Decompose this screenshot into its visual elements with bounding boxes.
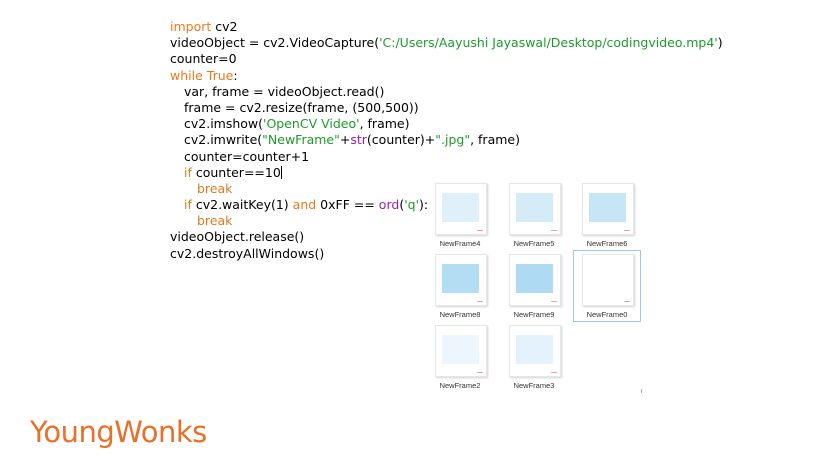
- code-text: counter=counter+1: [184, 148, 310, 164]
- file-name-label: NewFrame3: [513, 381, 555, 390]
- thumbnail-preview: [442, 264, 479, 293]
- thumbnail-mark: [477, 372, 483, 373]
- image-thumbnail: [582, 183, 634, 235]
- code-line-7: cv2.imshow('OpenCV Video', frame): [170, 116, 723, 132]
- thumbnail-mark: [624, 230, 630, 231]
- code-text: , frame): [359, 116, 410, 132]
- file-item-newframe3[interactable]: NewFrame3: [501, 322, 567, 392]
- thumbnail-mark: [477, 301, 483, 302]
- code-text: ): [717, 35, 723, 51]
- code-line-8: cv2.imwrite("NewFrame"+str(counter)+".jp…: [170, 132, 723, 148]
- thumbnail-mark: [551, 372, 557, 373]
- code-text: frame = cv2.resize(frame, (500,500)): [184, 99, 419, 115]
- file-item-newframe6[interactable]: NewFrame6: [574, 180, 640, 250]
- thumbnail-preview: [516, 193, 553, 222]
- code-line-4: while True:: [170, 68, 723, 84]
- code-text: cv2.imwrite(: [184, 132, 263, 148]
- file-item-newframe9[interactable]: NewFrame9: [501, 251, 567, 321]
- keyword: and: [292, 197, 317, 213]
- code-text: +: [339, 132, 351, 148]
- code-line-2: videoObject = cv2.VideoCapture('C:/Users…: [170, 35, 723, 51]
- code-text: cv2.waitKey(1): [191, 197, 293, 213]
- image-thumbnail: [435, 254, 487, 306]
- thumbnail-preview: [589, 264, 626, 293]
- code-line-3: counter=0: [170, 51, 723, 67]
- file-name-label: NewFrame0: [586, 310, 628, 319]
- string-literal: ".jpg": [435, 132, 471, 148]
- image-thumbnail: [509, 254, 561, 306]
- thumbnail-mark: [551, 230, 557, 231]
- file-item-newframe5[interactable]: NewFrame5: [501, 180, 567, 250]
- code-line-6: frame = cv2.resize(frame, (500,500)): [170, 100, 723, 116]
- thumbnail-preview: [516, 264, 553, 293]
- string-literal: 'q': [404, 197, 420, 213]
- code-line-9: counter=counter+1: [170, 149, 723, 165]
- code-text: counter==10: [191, 164, 281, 180]
- code-text: cv2.imshow(: [184, 116, 264, 132]
- thumbnail-preview: [589, 193, 626, 222]
- file-item-newframe2[interactable]: NewFrame2: [427, 322, 493, 392]
- scroll-marker: [641, 389, 642, 393]
- image-thumbnail: [509, 183, 561, 235]
- code-text: var, frame = videoObject.read(): [184, 83, 385, 99]
- keyword: while: [170, 67, 203, 83]
- file-item-newframe8[interactable]: NewFrame8: [427, 251, 493, 321]
- code-text: , frame): [470, 132, 520, 148]
- file-item-newframe4[interactable]: NewFrame4: [427, 180, 493, 250]
- image-thumbnail: [509, 325, 561, 377]
- keyword: if: [184, 164, 192, 180]
- file-item-newframe0[interactable]: NewFrame0: [573, 250, 641, 322]
- thumbnail-preview: [442, 193, 479, 222]
- image-thumbnail: [582, 254, 634, 306]
- builtin-function: ord: [378, 197, 400, 213]
- thumbnail-mark: [477, 230, 483, 231]
- brand-logo: YoungWonks: [30, 415, 207, 449]
- text-cursor: [280, 165, 282, 179]
- thumbnail-preview: [516, 335, 553, 364]
- keyword: break: [197, 213, 233, 229]
- code-text: videoObject = cv2.VideoCapture(: [170, 35, 380, 51]
- code-text: :: [233, 67, 238, 83]
- code-text: 0xFF ==: [316, 197, 379, 213]
- code-text: counter=0: [170, 51, 237, 67]
- builtin-function: str: [350, 132, 367, 148]
- code-line-5: var, frame = videoObject.read(): [170, 84, 723, 100]
- thumbnail-mark: [624, 301, 630, 302]
- code-text: cv2.destroyAllWindows(): [170, 245, 325, 261]
- keyword: if: [184, 197, 192, 213]
- code-line-10: if counter==10: [170, 165, 723, 181]
- string-literal: 'C:/Users/Aayushi Jayaswal/Desktop/codin…: [379, 35, 718, 51]
- string-literal: 'OpenCV Video': [263, 116, 360, 132]
- image-thumbnail: [435, 183, 487, 235]
- code-line-1: import cv2: [170, 19, 723, 35]
- keyword: break: [197, 180, 233, 196]
- file-name-label: NewFrame6: [586, 239, 628, 248]
- code-text: cv2: [211, 19, 238, 34]
- keyword: True: [206, 67, 234, 83]
- image-thumbnail: [435, 325, 487, 377]
- code-text: (counter)+: [366, 132, 436, 148]
- thumbnail-preview: [442, 335, 479, 364]
- keyword: import: [170, 19, 212, 34]
- string-literal: "NewFrame": [262, 132, 340, 148]
- code-text: videoObject.release(): [170, 229, 305, 245]
- thumbnail-mark: [551, 301, 557, 302]
